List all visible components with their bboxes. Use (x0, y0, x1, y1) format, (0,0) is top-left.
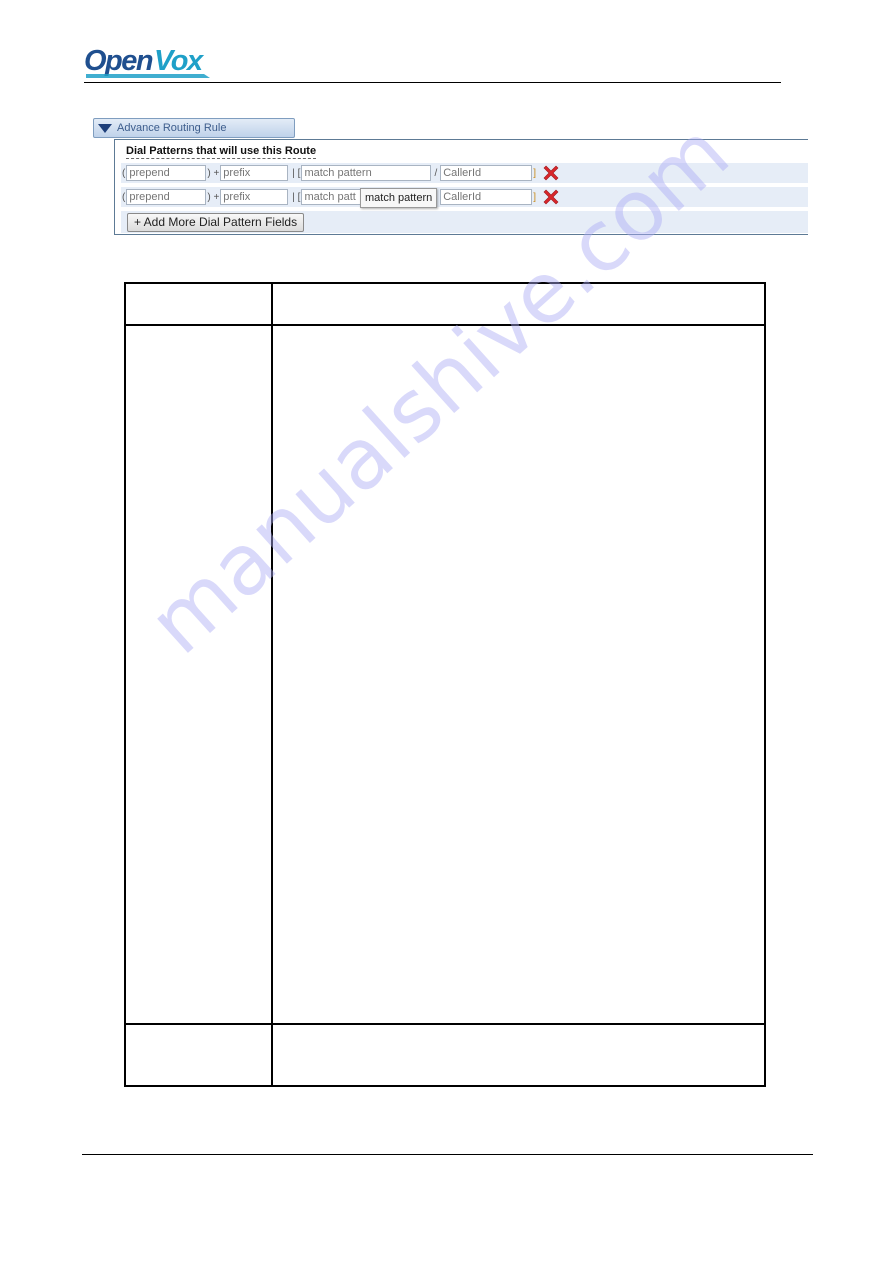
callerid-input[interactable] (440, 165, 533, 181)
table-cell (271, 1023, 766, 1087)
openvox-logo: Open Vox (84, 44, 214, 78)
dial-patterns-panel: Dial Patterns that will use this Route (… (114, 139, 808, 235)
match-pattern-input[interactable] (301, 165, 432, 181)
svg-text:Vox: Vox (154, 45, 205, 77)
dial-pattern-row: ( ) + | [ / ] (121, 163, 808, 183)
table-row (124, 1023, 766, 1087)
close-paren-plus: ) + (207, 191, 220, 203)
pipe-bracket: | [ (292, 191, 301, 203)
collapse-triangle-icon (98, 123, 112, 133)
prepend-input[interactable] (126, 165, 207, 181)
delete-row-icon[interactable] (543, 189, 559, 205)
prepend-input[interactable] (126, 189, 207, 205)
add-row: + Add More Dial Pattern Fields (121, 211, 808, 233)
section-label: Dial Patterns that will use this Route (126, 145, 317, 159)
table-cell (271, 324, 766, 1025)
prefix-input[interactable] (220, 165, 289, 181)
prefix-input[interactable] (220, 189, 289, 205)
document-table (124, 282, 766, 1087)
footer-rule (82, 1154, 813, 1155)
close-paren-plus: ) + (207, 167, 220, 179)
match-pattern-tooltip: match pattern (360, 188, 438, 208)
callerid-input[interactable] (440, 189, 533, 205)
advance-routing-rule-header[interactable]: Advance Routing Rule (93, 118, 295, 138)
panel-title: Advance Routing Rule (117, 122, 227, 134)
pipe-bracket: | [ (292, 167, 301, 179)
table-cell (124, 1023, 273, 1087)
svg-text:Open: Open (84, 45, 153, 77)
close-bracket: ] (533, 191, 537, 203)
table-cell (124, 282, 273, 326)
close-bracket: ] (533, 167, 537, 179)
header-rule (84, 82, 781, 83)
table-cell (124, 324, 273, 1025)
slash: / (434, 167, 438, 179)
dial-pattern-row: ( ) + | [ / ] (121, 187, 808, 207)
delete-row-icon[interactable] (543, 165, 559, 181)
table-cell (271, 282, 766, 326)
table-row (124, 324, 766, 1025)
add-dial-pattern-button[interactable]: + Add More Dial Pattern Fields (127, 212, 305, 232)
table-row (124, 282, 766, 326)
